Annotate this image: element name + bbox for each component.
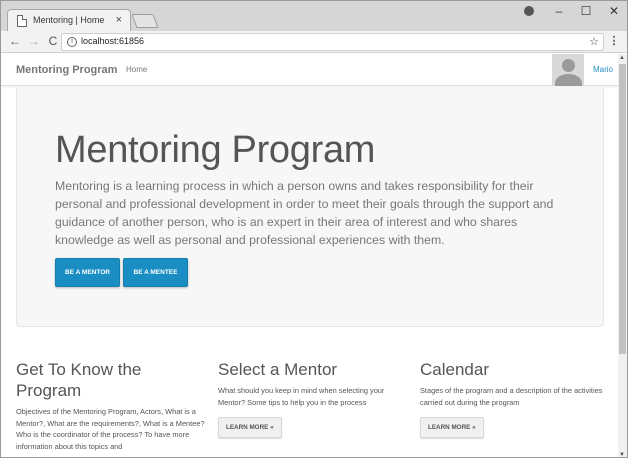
url-text[interactable]: localhost:61856	[81, 36, 144, 46]
hero-title: Mentoring Program	[55, 129, 376, 171]
column-title: Calendar	[420, 360, 489, 379]
site-info-icon[interactable]: i	[67, 37, 77, 47]
browser-window: Mentoring | Home × – ☐ ✕ ← → C i localho…	[0, 0, 628, 458]
learn-more-calendar-button[interactable]: LEARN MORE »	[420, 417, 484, 438]
page-scrollbar[interactable]: ▲ ▼	[618, 54, 627, 457]
reload-icon[interactable]: C	[45, 33, 61, 49]
column-title: Select a Mentor	[218, 360, 338, 379]
scroll-thumb[interactable]	[619, 64, 626, 354]
be-a-mentor-button[interactable]: BE A MENTOR	[55, 258, 120, 287]
title-bar: Mentoring | Home × – ☐ ✕	[1, 1, 627, 32]
column-text: Stages of the program and a description …	[420, 386, 603, 407]
navbar-brand[interactable]: Mentoring Program	[16, 64, 117, 76]
scroll-up-icon[interactable]: ▲	[619, 55, 625, 61]
avatar-body	[555, 74, 582, 86]
page-content: Mentoring Program Home Mario Mentoring P…	[1, 54, 618, 457]
info-column-program: Get To Know the Program Objectives of th…	[16, 359, 206, 452]
column-title: Get To Know the Program	[16, 360, 142, 400]
info-column-calendar: Calendar Stages of the program and a des…	[420, 359, 610, 438]
hero-description: Mentoring is a learning process in which…	[55, 179, 554, 247]
page-icon	[17, 15, 27, 27]
close-window-button[interactable]: ✕	[601, 3, 627, 21]
tab-title: Mentoring | Home	[33, 15, 105, 25]
user-name-link[interactable]: Mario	[593, 65, 613, 74]
learn-more-mentor-button[interactable]: LEARN MORE »	[218, 417, 282, 438]
forward-icon[interactable]: →	[26, 33, 42, 49]
nav-home-link[interactable]: Home	[126, 65, 147, 74]
be-a-mentee-button[interactable]: BE A MENTEE	[123, 258, 188, 287]
new-tab-button[interactable]	[131, 14, 159, 28]
browser-menu-icon[interactable]: ⋮	[608, 33, 620, 49]
bookmark-star-icon[interactable]: ☆	[589, 35, 599, 48]
column-text: Objectives of the Mentoring Program, Act…	[16, 407, 205, 451]
column-text: What should you keep in mind when select…	[218, 386, 385, 407]
address-bar[interactable]: i localhost:61856 ☆	[61, 33, 604, 51]
site-navbar: Mentoring Program Home Mario	[1, 54, 618, 86]
info-column-mentor: Select a Mentor What should you keep in …	[218, 359, 408, 438]
browser-toolbar: ← → C i localhost:61856 ☆ ⋮	[1, 31, 627, 53]
tab-close-icon[interactable]: ×	[116, 13, 122, 27]
back-icon[interactable]: ←	[7, 33, 23, 49]
avatar-head	[562, 59, 575, 72]
avatar[interactable]	[552, 54, 584, 86]
minimize-button[interactable]: –	[546, 3, 572, 21]
browser-tab[interactable]: Mentoring | Home ×	[7, 9, 131, 32]
scroll-down-icon[interactable]: ▼	[619, 452, 625, 457]
hero-section: Mentoring Program Mentoring is a learnin…	[16, 87, 604, 327]
account-icon[interactable]	[516, 3, 542, 21]
maximize-button[interactable]: ☐	[573, 3, 599, 21]
